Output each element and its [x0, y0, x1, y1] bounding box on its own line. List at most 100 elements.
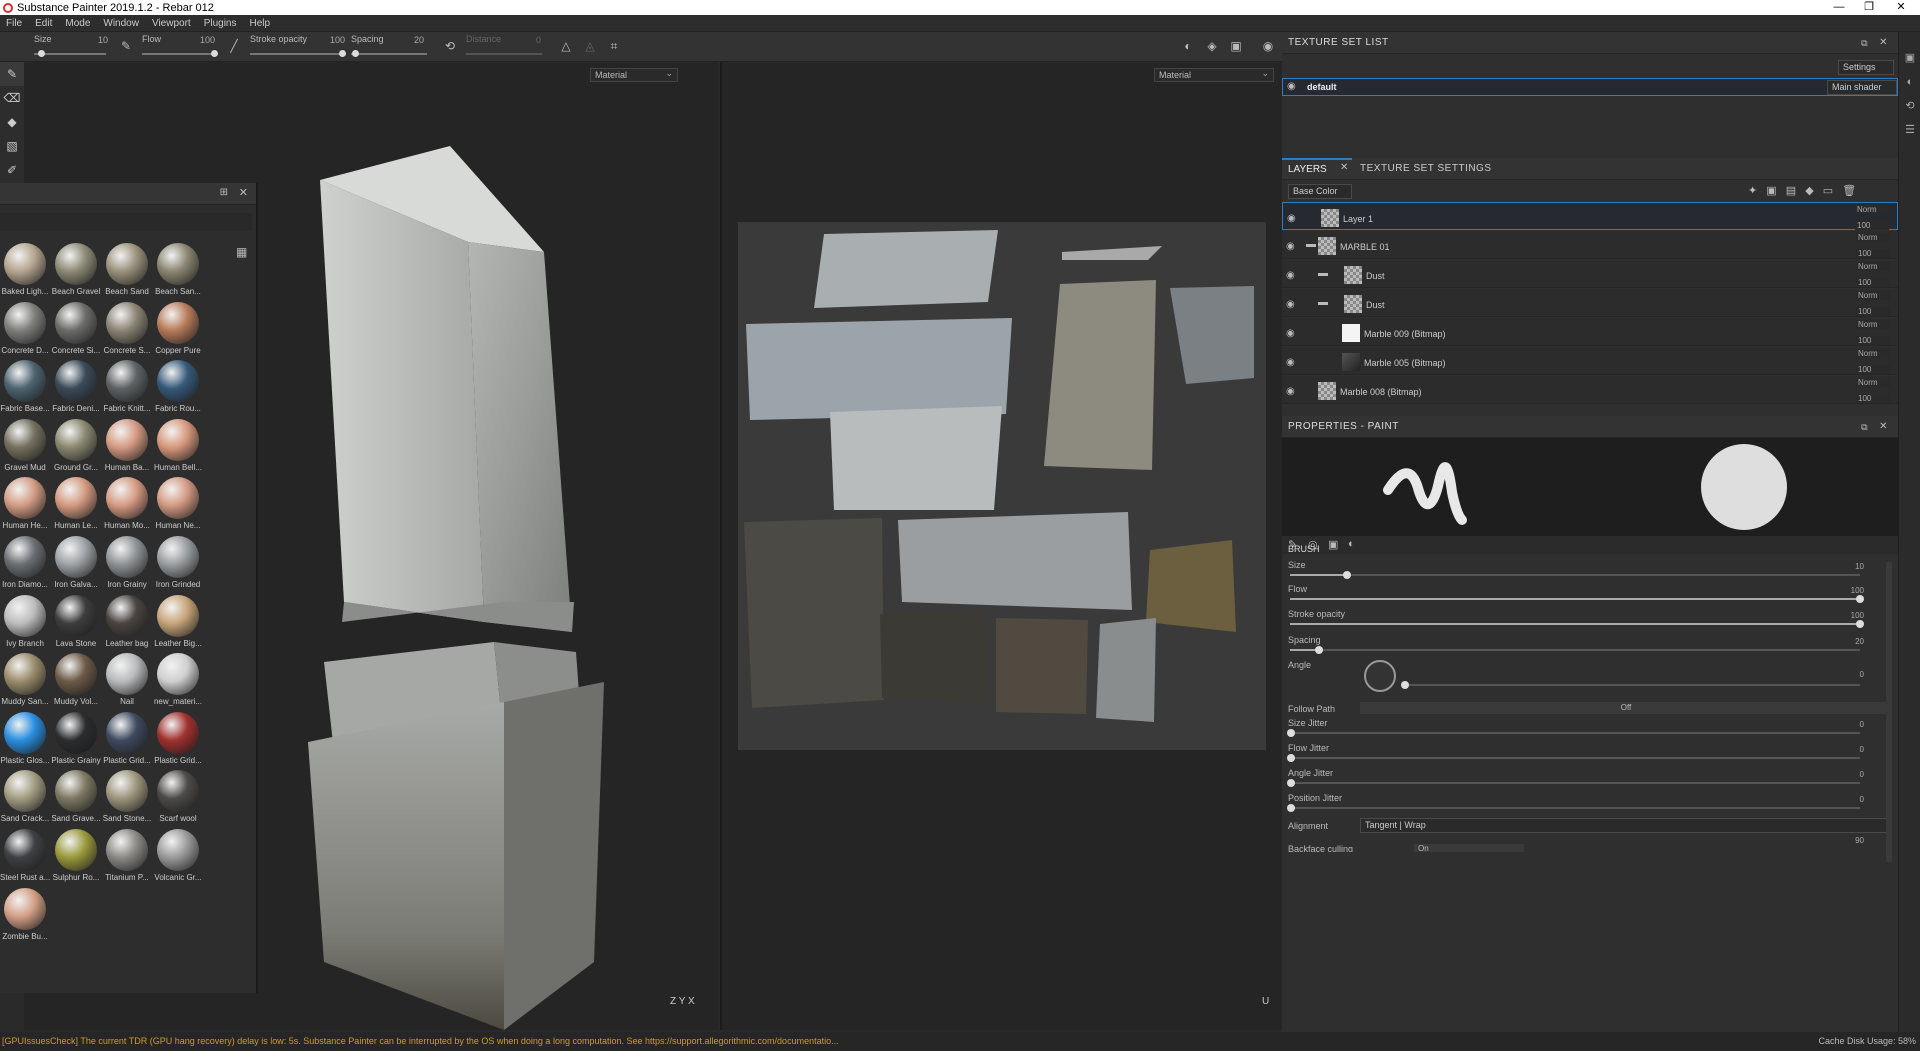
material-thumbnail[interactable]: Sand Grave...	[51, 770, 101, 823]
flow-jitter-slider[interactable]	[1287, 754, 1860, 762]
grid-view-icon[interactable]: ▦	[236, 245, 247, 259]
layer-row[interactable]: ◉ ▬ MARBLE 01 Norm 100	[1282, 231, 1898, 259]
folder-icon[interactable]: ▬	[1318, 268, 1328, 279]
material-thumbnail[interactable]: Volcanic Gr...	[153, 829, 203, 882]
size-jitter-value[interactable]: 0	[1860, 720, 1864, 729]
angle-jitter-slider[interactable]	[1287, 779, 1860, 787]
close-layers-icon[interactable]: ✕	[1340, 162, 1348, 173]
toolbar-stroke-value[interactable]: 100	[330, 35, 345, 45]
folder-icon[interactable]: ▬	[1318, 297, 1328, 308]
layer-opacity[interactable]: 100	[1856, 336, 1890, 345]
material-thumbnail[interactable]: Human Bell...	[153, 418, 203, 472]
layer-opacity[interactable]: 100	[1856, 307, 1890, 316]
tab-texture-set-settings[interactable]: TEXTURE SET SETTINGS	[1360, 163, 1492, 174]
layer-blend-mode[interactable]: Norm	[1855, 205, 1889, 214]
layer-opacity[interactable]: 100	[1856, 365, 1890, 374]
material-thumbnail[interactable]: Iron Grinded	[153, 536, 203, 589]
layer-opacity[interactable]: 100	[1855, 221, 1889, 230]
size-jitter-slider[interactable]	[1287, 729, 1860, 737]
toolbar-flow-knob[interactable]	[211, 50, 218, 57]
add-folder-icon[interactable]: ▭	[1823, 185, 1833, 197]
toolbar-stroke-slider[interactable]	[250, 53, 342, 55]
toolbar-flow-slider[interactable]	[142, 53, 214, 55]
add-fill-layer-icon[interactable]: ▤	[1786, 185, 1796, 197]
material-thumbnail[interactable]: Iron Diamo...	[0, 536, 50, 589]
material-thumbnail[interactable]: Human Ne...	[153, 477, 203, 530]
polygon-fill-icon[interactable]: ▧	[0, 134, 24, 158]
visibility-eye-icon[interactable]: ◉	[1286, 386, 1295, 397]
toolbar-spacing-slider[interactable]	[351, 53, 427, 55]
stroke-opacity-value[interactable]: 100	[1851, 611, 1864, 620]
layer-row[interactable]: ◉ Marble 009 (Bitmap) Norm 100	[1282, 318, 1898, 346]
log-icon[interactable]: ☰	[1899, 118, 1920, 142]
color-picker-icon[interactable]: ✐	[0, 158, 24, 182]
minimize-button[interactable]: —	[1824, 0, 1854, 15]
stroke-opacity-slider[interactable]	[1290, 620, 1864, 628]
display-settings-icon[interactable]: ◐	[1899, 70, 1920, 94]
material-thumbnail[interactable]: Fabric Deni...	[51, 360, 101, 413]
close-texture-set-icon[interactable]: ✕	[1879, 32, 1888, 54]
restore-button[interactable]: ❐	[1854, 0, 1884, 15]
material-thumbnail[interactable]: Fabric Rou...	[153, 360, 203, 413]
material-thumbnail[interactable]: Leather Big...	[153, 594, 203, 648]
close-properties-icon[interactable]: ✕	[1879, 416, 1888, 438]
material-thumbnail[interactable]: Scarf wool	[153, 770, 203, 823]
history-icon[interactable]: ⟲	[1899, 94, 1920, 118]
material-thumbnail[interactable]: Human Le...	[51, 477, 101, 530]
angle-dial[interactable]	[1364, 660, 1396, 692]
position-jitter-slider[interactable]	[1287, 804, 1860, 812]
toolbar-spacing-value[interactable]: 20	[414, 35, 424, 45]
brush-flow-value[interactable]: 100	[1851, 586, 1864, 595]
visibility-eye-icon[interactable]: ◉	[1287, 81, 1296, 92]
material-thumbnail[interactable]: Human Mo...	[102, 477, 152, 530]
shader-select[interactable]: Main shader	[1827, 80, 1897, 95]
backface-culling-toggle[interactable]: On	[1414, 844, 1524, 852]
screenshot-camera-icon[interactable]: ◉	[1260, 38, 1276, 54]
material-thumbnail[interactable]: Gravel Mud	[0, 418, 50, 472]
material-thumbnail[interactable]: Human He...	[0, 477, 50, 530]
backface-angle-value[interactable]: 90	[1855, 836, 1864, 845]
material-thumbnail[interactable]: Iron Galva...	[51, 536, 101, 589]
material-thumbnail[interactable]: Iron Grainy	[102, 536, 152, 589]
layer-blend-mode[interactable]: Norm	[1856, 378, 1890, 387]
visibility-eye-icon[interactable]: ◉	[1287, 213, 1296, 224]
material-thumbnail[interactable]: Human Ba...	[102, 418, 152, 472]
material-thumbnail[interactable]: Zombie Bu...	[0, 887, 50, 941]
angle-jitter-value[interactable]: 0	[1860, 770, 1864, 779]
layer-row[interactable]: ◉ Layer 1 Norm 100	[1282, 202, 1898, 230]
stroke-icon[interactable]: ╱	[226, 38, 242, 54]
menu-edit[interactable]: Edit	[29, 18, 59, 29]
delete-layer-icon[interactable]: 🗑	[1842, 185, 1856, 197]
toolbar-stroke-knob[interactable]	[339, 50, 346, 57]
brush-flow-slider[interactable]	[1290, 595, 1864, 603]
eraser-icon[interactable]: ⌫	[0, 86, 24, 110]
layer-row[interactable]: ◉ ▬ Dust Norm 100	[1282, 260, 1898, 288]
visibility-eye-icon[interactable]: ◉	[1286, 241, 1295, 252]
material-thumbnail[interactable]: Beach San...	[153, 243, 203, 296]
toolbar-size-knob[interactable]	[38, 50, 46, 57]
menu-plugins[interactable]: Plugins	[198, 18, 244, 29]
menu-mode[interactable]: Mode	[59, 18, 97, 29]
layer-row[interactable]: ◉ Marble 008 (Bitmap) Norm 100	[1282, 376, 1898, 404]
shelf-search-input[interactable]	[0, 213, 252, 231]
toolbar-size-value[interactable]: 10	[98, 35, 108, 45]
material-thumbnail[interactable]: Leather bag	[102, 594, 152, 648]
angle-value[interactable]: 0	[1860, 670, 1864, 679]
material-thumbnail[interactable]: Lava Stone	[51, 594, 101, 648]
menu-help[interactable]: Help	[244, 18, 278, 29]
folder-icon[interactable]: ▬	[1306, 239, 1316, 250]
symmetry-icon[interactable]: △	[558, 38, 574, 54]
toolbar-flow-value[interactable]: 100	[200, 35, 215, 45]
texture-set-settings-button[interactable]: Settings	[1838, 60, 1894, 75]
visibility-eye-icon[interactable]: ◉	[1286, 357, 1295, 368]
display-mode-icon[interactable]: ◐	[1180, 38, 1196, 54]
material-thumbnail[interactable]: Baked Ligh...	[0, 243, 50, 296]
material-thumbnail[interactable]: Muddy Vol...	[51, 653, 101, 706]
brush-flow-icon[interactable]: ✎	[118, 38, 134, 54]
layer-blend-mode[interactable]: Norm	[1856, 233, 1890, 242]
position-jitter-value[interactable]: 0	[1860, 795, 1864, 804]
material-thumbnail[interactable]: Plastic Grid...	[102, 711, 152, 765]
material-thumbnail[interactable]: Fabric Knitt...	[102, 360, 152, 413]
material-thumbnail[interactable]: Ivy Branch	[0, 594, 50, 648]
menu-window[interactable]: Window	[97, 18, 146, 29]
